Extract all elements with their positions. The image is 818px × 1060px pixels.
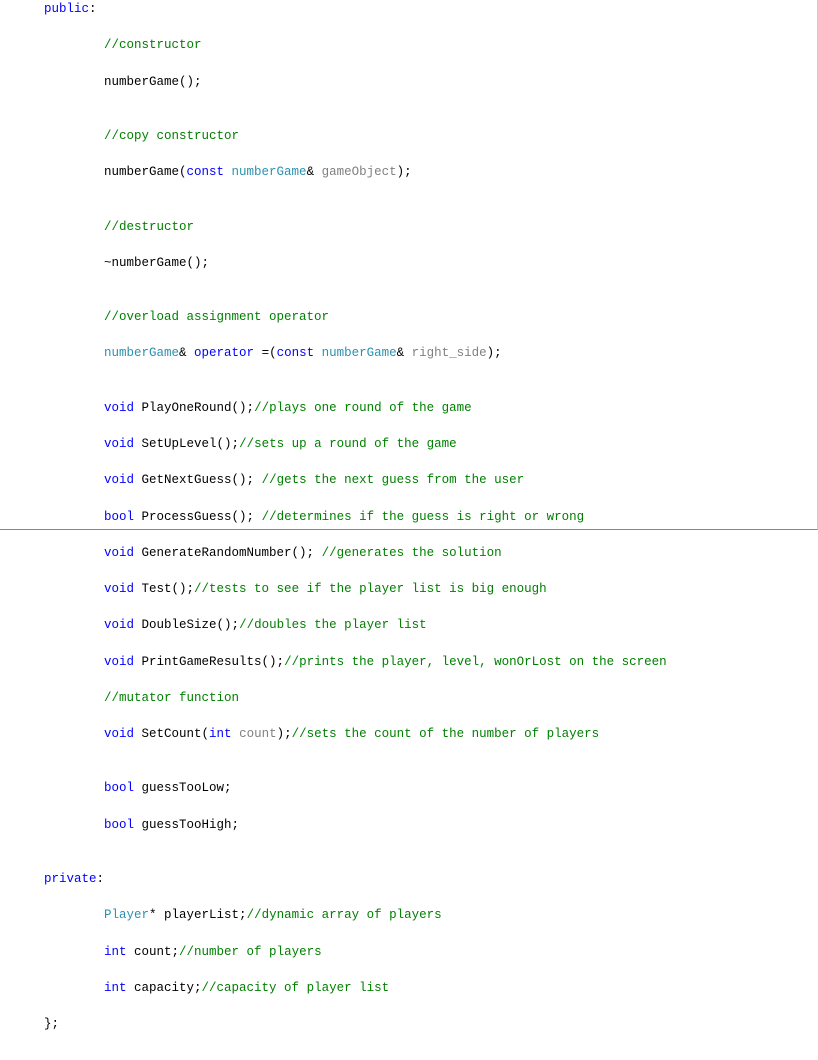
type: numberGame xyxy=(224,165,307,179)
fn: PrintGameResults(); xyxy=(134,655,284,669)
code-block: public: //constructor numberGame(); //co… xyxy=(0,0,817,1060)
dtor-decl: ~numberGame(); xyxy=(104,256,209,270)
var: guessTooLow; xyxy=(134,781,232,795)
comment: //constructor xyxy=(104,38,202,52)
keyword: void xyxy=(104,546,134,560)
keyword-public: public xyxy=(44,2,89,16)
var: capacity; xyxy=(127,981,202,995)
keyword: void xyxy=(104,618,134,632)
comment: //dynamic array of players xyxy=(247,908,442,922)
comment: //number of players xyxy=(179,945,322,959)
comment: //mutator function xyxy=(104,691,239,705)
code: =( xyxy=(254,346,277,360)
comment: //prints the player, level, wonOrLost on… xyxy=(284,655,667,669)
fn: PlayOneRound(); xyxy=(134,401,254,415)
comment: //plays one round of the game xyxy=(254,401,472,415)
code: & xyxy=(179,346,194,360)
fn: DoubleSize(); xyxy=(134,618,239,632)
param: count xyxy=(232,727,277,741)
fn: SetCount( xyxy=(134,727,209,741)
comment: //determines if the guess is right or wr… xyxy=(262,510,585,524)
keyword: int xyxy=(209,727,232,741)
code: numberGame( xyxy=(104,165,187,179)
code: & xyxy=(397,346,412,360)
keyword: bool xyxy=(104,510,134,524)
var: guessTooHigh; xyxy=(134,818,239,832)
fn: GetNextGuess(); xyxy=(134,473,262,487)
keyword: operator xyxy=(194,346,254,360)
type: numberGame xyxy=(104,346,179,360)
keyword: int xyxy=(104,981,127,995)
comment: //sets the count of the number of player… xyxy=(292,727,600,741)
comment: //gets the next guess from the user xyxy=(262,473,525,487)
keyword-private: private xyxy=(44,872,97,886)
colon: : xyxy=(89,2,97,16)
comment: //destructor xyxy=(104,220,194,234)
keyword: bool xyxy=(104,781,134,795)
comment: //doubles the player list xyxy=(239,618,427,632)
ctor-decl: numberGame(); xyxy=(104,75,202,89)
keyword: void xyxy=(104,727,134,741)
type: Player xyxy=(104,908,149,922)
comment: //sets up a round of the game xyxy=(239,437,457,451)
comment: //tests to see if the player list is big… xyxy=(194,582,547,596)
comment: //capacity of player list xyxy=(202,981,390,995)
keyword: bool xyxy=(104,818,134,832)
param: right_side xyxy=(412,346,487,360)
var: * playerList; xyxy=(149,908,247,922)
closing-brace: }; xyxy=(44,1017,59,1031)
fn: GenerateRandomNumber(); xyxy=(134,546,322,560)
comment: //generates the solution xyxy=(322,546,502,560)
type: numberGame xyxy=(314,346,397,360)
var: count; xyxy=(127,945,180,959)
param: gameObject xyxy=(322,165,397,179)
code: & xyxy=(307,165,322,179)
code: ); xyxy=(277,727,292,741)
comment: //overload assignment operator xyxy=(104,310,329,324)
keyword: void xyxy=(104,401,134,415)
fn: ProcessGuess(); xyxy=(134,510,262,524)
keyword: void xyxy=(104,655,134,669)
keyword: void xyxy=(104,437,134,451)
fn: SetUpLevel(); xyxy=(134,437,239,451)
keyword: const xyxy=(277,346,315,360)
code: ); xyxy=(397,165,412,179)
colon: : xyxy=(97,872,105,886)
fn: Test(); xyxy=(134,582,194,596)
code: ); xyxy=(487,346,502,360)
keyword: const xyxy=(187,165,225,179)
keyword: void xyxy=(104,582,134,596)
comment: //copy constructor xyxy=(104,129,239,143)
keyword: int xyxy=(104,945,127,959)
keyword: void xyxy=(104,473,134,487)
